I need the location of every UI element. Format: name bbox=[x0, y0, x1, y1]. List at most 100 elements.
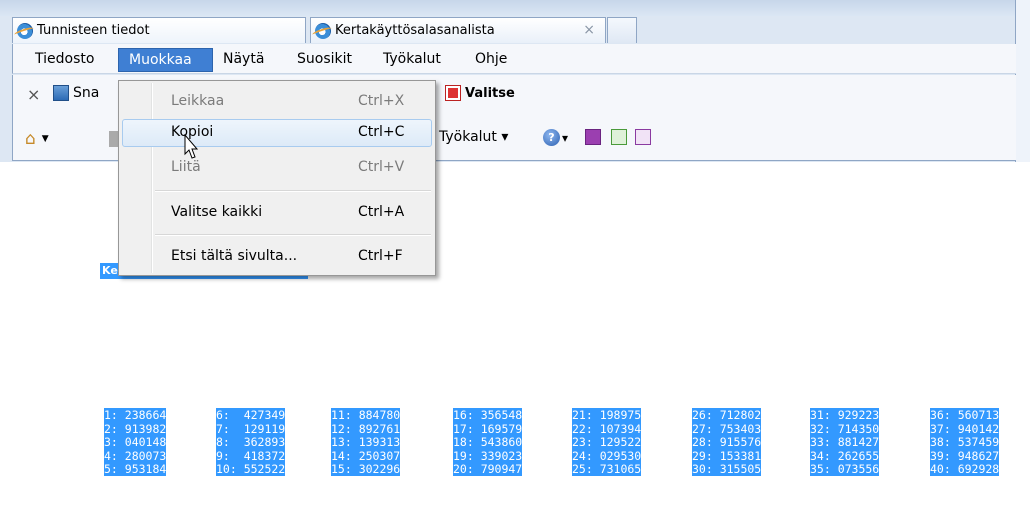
chevron-down-icon: ▼ bbox=[41, 134, 49, 144]
code-entry: 31: 929223 bbox=[810, 408, 880, 423]
new-tab-button[interactable] bbox=[607, 17, 637, 43]
code-entry-text: 23: 129522 bbox=[572, 435, 642, 450]
ie-page-icon bbox=[17, 22, 33, 39]
close-icon: × bbox=[27, 85, 41, 104]
code-entry-text: 31: 929223 bbox=[810, 408, 880, 422]
code-entry: 20: 790947 bbox=[453, 462, 523, 477]
code-entry-text: 32: 714350 bbox=[810, 421, 880, 436]
menu-item-paste[interactable]: Liitä Ctrl+V bbox=[122, 154, 432, 182]
menu-item-select-all[interactable]: Valitse kaikki Ctrl+A bbox=[122, 199, 432, 227]
onenote-send-icon bbox=[585, 129, 601, 145]
tab-tunnisteen-tiedot[interactable]: Tunnisteen tiedot bbox=[12, 17, 306, 43]
code-entry-text: 21: 198975 bbox=[572, 408, 642, 422]
ie-page-icon bbox=[315, 22, 331, 39]
help-button[interactable]: ? ▾ bbox=[543, 129, 568, 146]
code-entry-text: 1: 238664 bbox=[104, 408, 167, 422]
code-entry: 28: 915576 bbox=[692, 435, 762, 450]
code-entry: 2: 913982 bbox=[104, 421, 167, 437]
linked-notes-button[interactable] bbox=[611, 129, 627, 145]
menu-item-label: Etsi tältä sivulta... bbox=[171, 248, 298, 264]
code-entry-text: 26: 712802 bbox=[692, 408, 762, 422]
tools-button[interactable]: Työkalut ▾ bbox=[439, 129, 508, 145]
code-entry: 38: 537459 bbox=[930, 435, 1000, 450]
onenote-send-button[interactable] bbox=[585, 129, 601, 145]
select-label: Valitse bbox=[465, 85, 515, 101]
menu-item-shortcut: Ctrl+V bbox=[358, 159, 405, 175]
code-entry: 13: 139313 bbox=[331, 435, 401, 450]
menu-item-cut[interactable]: Leikkaa Ctrl+X bbox=[122, 88, 432, 116]
menu-suosikit[interactable]: Suosikit bbox=[289, 48, 360, 72]
code-entry-text: 19: 339023 bbox=[453, 448, 523, 463]
home-icon: ⌂ bbox=[25, 129, 36, 149]
code-entry-text: 36: 560713 bbox=[930, 408, 1000, 422]
window-right-edge bbox=[1015, 0, 1030, 162]
close-tab-icon[interactable]: × bbox=[583, 22, 595, 38]
code-entry: 21: 198975 bbox=[572, 408, 642, 423]
help-icon: ? bbox=[543, 129, 560, 146]
menu-tyokalut[interactable]: Työkalut bbox=[375, 48, 449, 72]
code-entry-text: 16: 356548 bbox=[453, 408, 523, 422]
menu-item-shortcut: Ctrl+F bbox=[358, 248, 403, 264]
code-entry-text: 5: 953184 bbox=[104, 462, 167, 477]
code-entry: 8: 362893 bbox=[216, 435, 286, 450]
edit-menu-dropdown: Leikkaa Ctrl+X Kopioi Ctrl+C Liitä Ctrl+… bbox=[118, 80, 436, 276]
onenote-button[interactable] bbox=[635, 129, 651, 145]
code-entry: 32: 714350 bbox=[810, 421, 880, 437]
menu-item-find-on-page[interactable]: Etsi tältä sivulta... Ctrl+F bbox=[122, 243, 432, 271]
onenote-icon bbox=[635, 129, 651, 145]
code-entry: 30: 315505 bbox=[692, 462, 762, 477]
code-entry-text: 37: 940142 bbox=[930, 421, 1000, 436]
code-entry-text: 30: 315505 bbox=[692, 462, 762, 477]
tab-kertakayttosalasanalista[interactable]: Kertakäyttösalasanalista × bbox=[310, 17, 606, 43]
select-pdf-icon bbox=[445, 85, 461, 101]
tab-title: Kertakäyttösalasanalista bbox=[335, 23, 495, 38]
code-entry-text: 2: 913982 bbox=[104, 421, 167, 436]
code-column: 31: 929223 32: 714350 33: 881427 34: 262655… bbox=[810, 408, 880, 477]
code-entry-text: 40: 692928 bbox=[930, 462, 1000, 477]
code-entry: 3: 040148 bbox=[104, 435, 167, 450]
code-entry-text: 18: 543860 bbox=[453, 435, 523, 450]
menu-tiedosto[interactable]: Tiedosto bbox=[27, 48, 102, 72]
code-entry-text: 12: 892761 bbox=[331, 421, 401, 436]
code-column: 36: 560713 37: 940142 38: 537459 39: 948627… bbox=[930, 408, 1000, 477]
code-column: 1: 238664 2: 913982 3: 040148 4: 280073 5: 9… bbox=[104, 408, 167, 477]
code-entry-text: 11: 884780 bbox=[331, 408, 401, 422]
code-entry-text: 14: 250307 bbox=[331, 448, 401, 463]
code-entry: 26: 712802 bbox=[692, 408, 762, 423]
menu-muokkaa[interactable]: Muokkaa bbox=[118, 48, 213, 72]
code-entry: 6: 427349 bbox=[216, 408, 286, 423]
code-entry-text: 22: 107394 bbox=[572, 421, 642, 436]
code-entry-text: 34: 262655 bbox=[810, 448, 880, 463]
menu-item-copy[interactable]: Kopioi Ctrl+C bbox=[122, 119, 432, 147]
code-column: 6: 427349 7: 129119 8: 362893 9: 418372 10: … bbox=[216, 408, 286, 477]
code-entry: 9: 418372 bbox=[216, 448, 286, 464]
code-entry-text: 29: 153381 bbox=[692, 448, 762, 463]
code-entry: 27: 753403 bbox=[692, 421, 762, 437]
code-entry: 19: 339023 bbox=[453, 448, 523, 464]
menu-bar: Tiedosto Muokkaa Näytä Suosikit Työkalut… bbox=[12, 44, 1016, 74]
code-entry: 39: 948627 bbox=[930, 448, 1000, 464]
code-entry: 7: 129119 bbox=[216, 421, 286, 437]
menu-item-shortcut: Ctrl+A bbox=[358, 204, 405, 220]
code-entry: 18: 543860 bbox=[453, 435, 523, 450]
code-entry: 40: 692928 bbox=[930, 462, 1000, 477]
tab-title: Tunnisteen tiedot bbox=[37, 23, 150, 38]
code-entry: 33: 881427 bbox=[810, 435, 880, 450]
select-button[interactable]: Valitse bbox=[445, 85, 515, 101]
code-entry-text: 3: 040148 bbox=[104, 435, 167, 450]
code-entry: 4: 280073 bbox=[104, 448, 167, 464]
close-icon-button[interactable]: × bbox=[27, 85, 40, 104]
menu-ohje[interactable]: Ohje bbox=[467, 48, 515, 72]
snap-button[interactable]: Sna bbox=[53, 85, 99, 101]
code-entry-text: 27: 753403 bbox=[692, 421, 762, 436]
menu-nayta[interactable]: Näytä bbox=[215, 48, 272, 72]
mouse-pointer-icon bbox=[184, 134, 199, 159]
code-entry: 22: 107394 bbox=[572, 421, 642, 437]
title-strip bbox=[0, 0, 1030, 16]
code-entry-text: 25: 731065 bbox=[572, 462, 642, 477]
home-button[interactable]: ⌂ ▼ bbox=[25, 129, 49, 149]
code-entry: 12: 892761 bbox=[331, 421, 401, 437]
code-entry-text: 35: 073556 bbox=[810, 462, 880, 477]
code-entry-text: 20: 790947 bbox=[453, 462, 523, 477]
code-entry: 1: 238664 bbox=[104, 408, 167, 423]
